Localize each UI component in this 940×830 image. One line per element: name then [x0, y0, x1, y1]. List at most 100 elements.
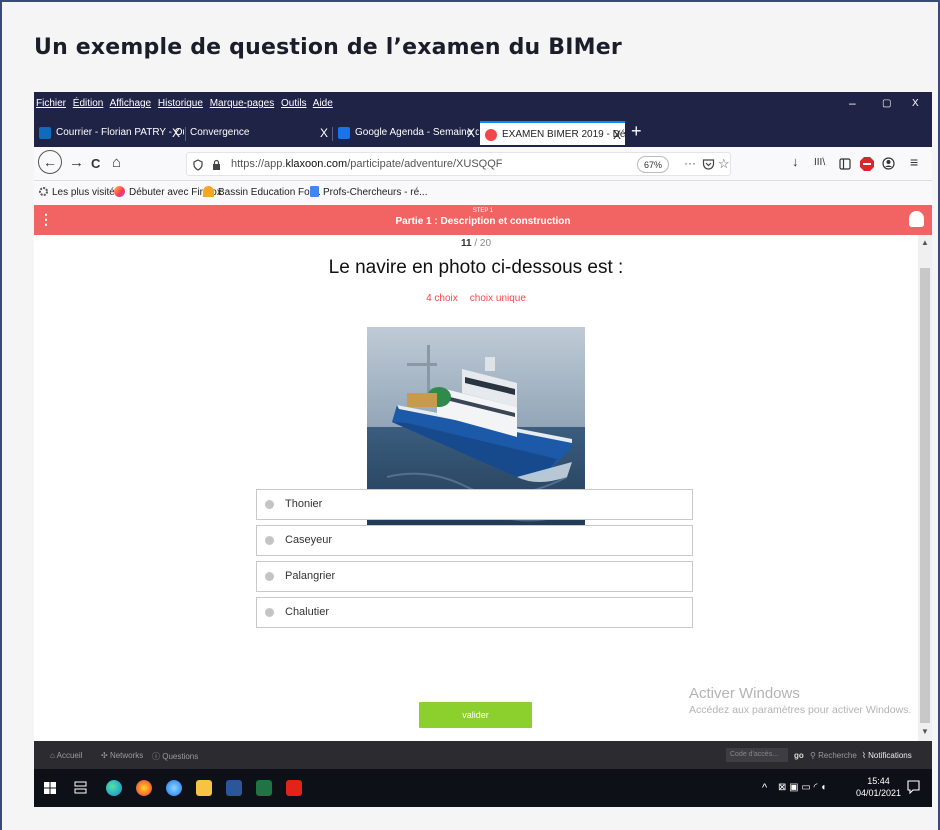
choice-mode: choix unique [469, 293, 526, 304]
tab-label: Convergence [190, 127, 250, 138]
windows-start-icon[interactable] [44, 782, 56, 794]
bookmark-most-visited[interactable]: Les plus visités [38, 186, 120, 198]
bookmark-label: Les plus visités [52, 187, 120, 198]
access-code-input[interactable]: Code d'accès... [726, 748, 788, 762]
menu-edition[interactable]: Édition [73, 98, 104, 109]
menu-aide[interactable]: Aide [313, 98, 333, 109]
home-button[interactable]: ⌂ [112, 154, 121, 171]
url-bar[interactable]: https://app.klaxoon.com/participate/adve… [186, 152, 731, 176]
tab-close-icon[interactable]: X [320, 121, 328, 145]
scroll-down-icon[interactable]: ▼ [921, 727, 929, 736]
firefox-taskbar-icon[interactable] [136, 780, 152, 796]
radio-icon [265, 572, 274, 581]
footer-notifications-label: Notifications [868, 751, 912, 760]
tab-convergence[interactable]: Convergence X [186, 121, 332, 145]
tab-courrier[interactable]: Courrier - Florian PATRY - Outl X [34, 121, 184, 145]
footer-notifications[interactable]: ⌇ Notifications [862, 751, 912, 760]
networks-icon: ✣ [101, 751, 110, 760]
adblock-icon[interactable] [860, 157, 874, 171]
clock[interactable]: 15:44 04/01/2021 [856, 775, 901, 799]
close-window-button[interactable]: X [912, 98, 919, 109]
bookmark-profs[interactable]: Profs-Chercheurs - ré... [310, 186, 427, 198]
footer-networks-label: Networks [109, 751, 144, 760]
answer-option-chalutier[interactable]: Chalutier [256, 597, 693, 628]
scroll-up-icon[interactable]: ▲ [921, 238, 929, 247]
answer-label: Palangrier [285, 570, 336, 582]
question-counter: 11 / 20 [34, 238, 918, 249]
answer-option-palangrier[interactable]: Palangrier [256, 561, 693, 592]
answer-label: Thonier [285, 498, 323, 510]
avatar[interactable] [909, 211, 924, 227]
minimize-button[interactable]: – [849, 96, 856, 110]
sidebar-icon[interactable] [839, 158, 851, 170]
file-explorer-icon[interactable] [196, 780, 212, 796]
menu-button[interactable]: ≡ [910, 154, 918, 170]
back-button[interactable]: ← [38, 150, 62, 174]
scroll-thumb[interactable] [920, 268, 930, 723]
library-icon[interactable]: III\ [814, 157, 825, 168]
download-icon[interactable]: ↓ [792, 154, 799, 169]
action-center-icon[interactable] [907, 780, 920, 794]
radio-icon [265, 608, 274, 617]
bookmark-star-icon[interactable]: ☆ [718, 156, 730, 172]
edge-icon[interactable] [106, 780, 122, 796]
account-icon[interactable] [882, 157, 895, 170]
page-actions-icon[interactable]: ··· [684, 156, 696, 170]
tray-expand-icon[interactable]: ^ [762, 782, 767, 794]
footer-search-label: Recherche [818, 751, 857, 760]
tab-label: Courrier - Florian PATRY - Outl [56, 127, 184, 138]
menu-outils[interactable]: Outils [281, 98, 307, 109]
forward-button[interactable]: → [69, 154, 84, 171]
tab-close-icon[interactable]: X [467, 121, 475, 145]
menu-fichier[interactable]: Fichier [36, 98, 66, 109]
tab-close-icon[interactable]: X [172, 121, 180, 145]
pocket-icon[interactable] [702, 158, 715, 171]
url-text: https://app.klaxoon.com/participate/adve… [231, 158, 503, 170]
menu-affichage[interactable]: Affichage [110, 98, 152, 109]
validate-button[interactable]: valider [419, 702, 532, 728]
radio-icon [265, 500, 274, 509]
answer-option-caseyeur[interactable]: Caseyeur [256, 525, 693, 556]
menu-list: Fichier Édition Affichage Historique Mar… [36, 98, 337, 109]
question-current: 11 [460, 238, 472, 249]
footer-networks[interactable]: ✣ Networks [101, 751, 143, 760]
footer-questions[interactable]: ⓘ Questions [152, 751, 198, 762]
slide-title: Un exemple de question de l’examen du BI… [34, 35, 622, 60]
menu-historique[interactable]: Historique [158, 98, 203, 109]
question-meta: 4 choix choix unique [34, 293, 918, 304]
page-scrollbar[interactable]: ▲ ▼ [918, 235, 932, 741]
browser-screenshot: Fichier Édition Affichage Historique Mar… [34, 92, 932, 807]
kebab-menu-icon[interactable]: ⋮ [39, 211, 53, 228]
part-title: Partie 1 : Description et construction [395, 216, 571, 227]
excel-icon[interactable] [256, 780, 272, 796]
zoom-indicator[interactable]: 67% [637, 156, 670, 173]
word-icon[interactable] [226, 780, 242, 796]
menu-marque-pages[interactable]: Marque-pages [210, 98, 274, 109]
footer-home[interactable]: ⌂ Accueil [50, 751, 82, 760]
answer-label: Chalutier [285, 606, 330, 618]
tray-icons: ⊠ ▣ ▭ ◜ ◖ [778, 782, 827, 793]
reload-button[interactable]: C [91, 156, 100, 171]
go-button[interactable]: go [794, 751, 804, 760]
clock-time: 15:44 [867, 776, 890, 786]
acrobat-icon[interactable] [286, 780, 302, 796]
navigation-bar: ← → C ⌂ https://app.klaxoon.com/particip… [34, 147, 932, 181]
footer-search[interactable]: ⚲ Recherche [810, 751, 857, 760]
klaxoon-footer: ⌂ Accueil ✣ Networks ⓘ Questions Code d'… [34, 741, 932, 769]
doc-icon [310, 186, 319, 197]
bookmark-bassin[interactable]: Bassin Education For... [203, 186, 321, 198]
tab-google-agenda[interactable]: Google Agenda - Semaine du 2 X [333, 121, 479, 145]
clock-date: 04/01/2021 [856, 788, 902, 798]
tab-close-icon[interactable]: X [613, 123, 621, 145]
bookmark-label: Bassin Education For... [218, 187, 321, 198]
new-tab-button[interactable]: + [631, 121, 642, 142]
answer-option-thonier[interactable]: Thonier [256, 489, 693, 520]
app-icon[interactable] [166, 780, 182, 796]
menu-bar: Fichier Édition Affichage Historique Mar… [34, 92, 932, 117]
bassin-icon [203, 186, 214, 197]
question-total: / 20 [474, 238, 492, 249]
radio-icon [265, 536, 274, 545]
restore-button[interactable]: ▢ [882, 98, 891, 109]
tab-examen-bimer[interactable]: EXAMEN BIMER 2019 - Démo - X [480, 121, 625, 145]
task-view-icon[interactable] [74, 781, 87, 795]
